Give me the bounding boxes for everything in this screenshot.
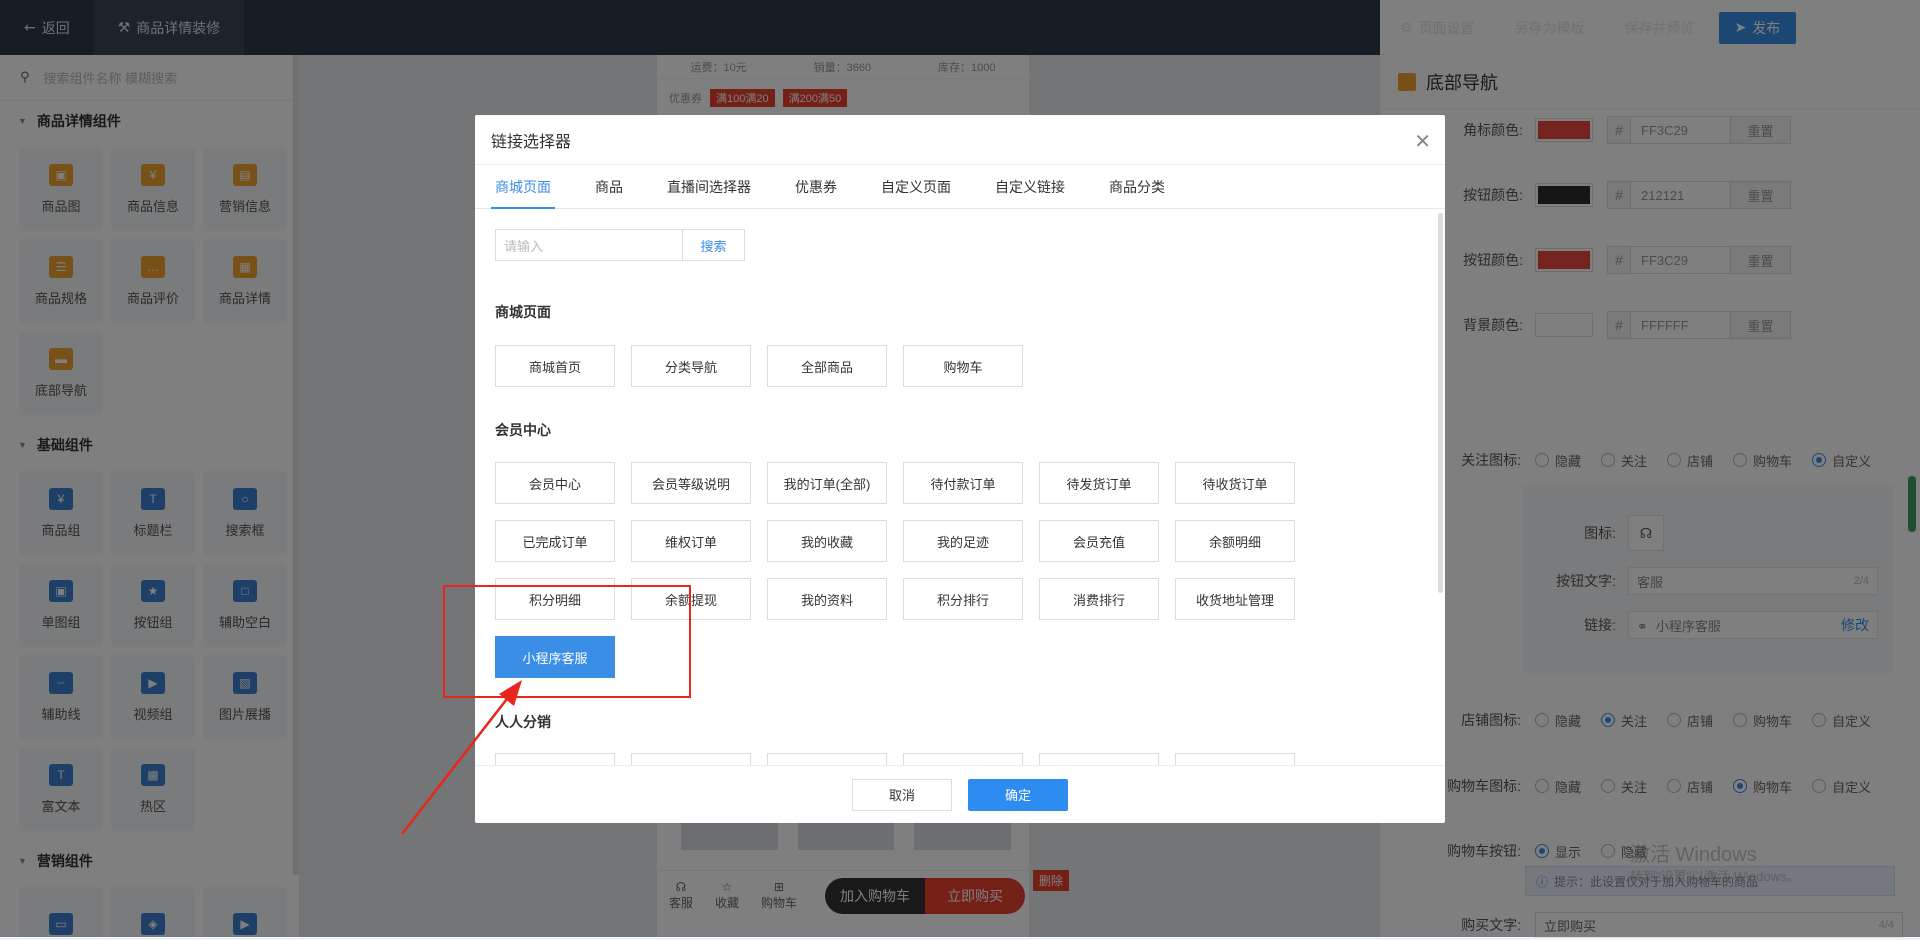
link-option[interactable]: 已完成订单 [495,520,615,562]
link-option[interactable] [1039,753,1159,765]
link-search-button[interactable]: 搜索 [683,229,745,261]
link-option[interactable] [767,753,887,765]
confirm-button[interactable]: 确定 [968,778,1068,811]
link-option[interactable]: 收货地址管理 [1175,578,1295,620]
modal-footer: 取消 确定 [475,765,1445,823]
link-option[interactable]: 商城首页 [495,345,615,387]
cancel-button[interactable]: 取消 [852,778,952,811]
link-option[interactable] [495,753,615,765]
close-icon[interactable]: ✕ [1414,129,1431,154]
link-option[interactable]: 会员等级说明 [631,462,751,504]
link-search-input[interactable]: 请输入 [495,229,683,261]
modal-tabs: 商城页面 商品 直播间选择器 优惠券 自定义页面 自定义链接 商品分类 [475,165,1445,209]
link-option[interactable] [1175,753,1295,765]
tab-coupon[interactable]: 优惠券 [795,165,837,209]
section-title: 会员中心 [495,422,551,438]
link-option[interactable]: 会员充值 [1039,520,1159,562]
link-search: 请输入 搜索 [495,229,745,261]
modal-scrollbar[interactable] [1438,213,1443,593]
link-option[interactable] [631,753,751,765]
link-option[interactable]: 待收货订单 [1175,462,1295,504]
link-option[interactable] [903,753,1023,765]
link-option[interactable]: 我的足迹 [903,520,1023,562]
tab-goods-category[interactable]: 商品分类 [1109,165,1165,209]
link-option[interactable]: 积分排行 [903,578,1023,620]
link-selector-modal: 链接选择器 ✕ 商城页面 商品 直播间选择器 优惠券 自定义页面 自定义链接 商… [475,115,1445,823]
link-option[interactable]: 我的收藏 [767,520,887,562]
link-option[interactable]: 余额明细 [1175,520,1295,562]
link-option[interactable]: 消费排行 [1039,578,1159,620]
tab-custom-link[interactable]: 自定义链接 [995,165,1065,209]
tab-custom-page[interactable]: 自定义页面 [881,165,951,209]
section-title: 人人分销 [495,714,551,730]
highlight-box [443,585,691,698]
link-option[interactable]: 维权订单 [631,520,751,562]
link-option[interactable]: 全部商品 [767,345,887,387]
link-option[interactable]: 分类导航 [631,345,751,387]
link-option[interactable]: 待发货订单 [1039,462,1159,504]
link-option[interactable]: 待付款订单 [903,462,1023,504]
link-option[interactable]: 我的订单(全部) [767,462,887,504]
tab-mall-pages[interactable]: 商城页面 [491,165,555,209]
link-option[interactable]: 购物车 [903,345,1023,387]
section-title: 商城页面 [495,304,551,320]
tab-live-room[interactable]: 直播间选择器 [667,165,751,209]
modal-header: 链接选择器 ✕ [475,115,1445,165]
tab-goods[interactable]: 商品 [595,165,623,209]
modal-title: 链接选择器 [491,133,572,151]
link-option[interactable]: 我的资料 [767,578,887,620]
link-option[interactable]: 会员中心 [495,462,615,504]
